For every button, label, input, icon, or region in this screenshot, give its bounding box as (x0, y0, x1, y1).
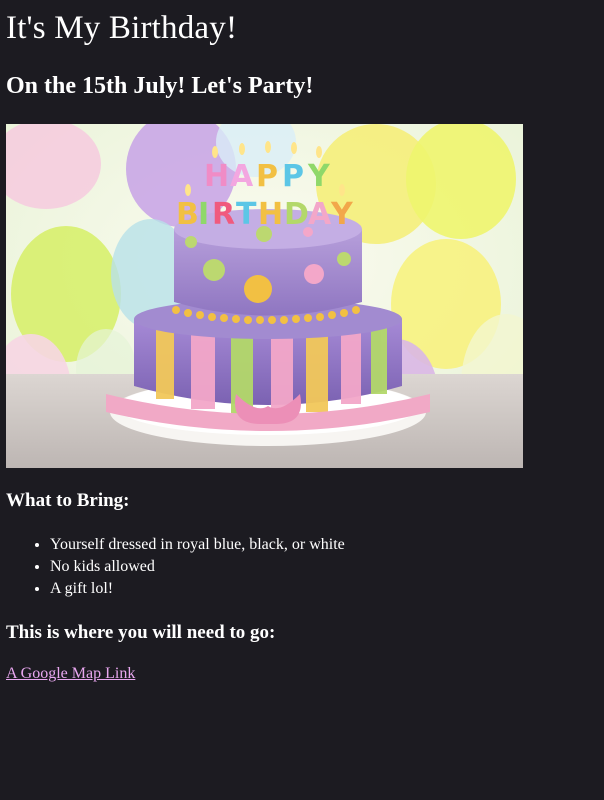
location-heading: This is where you will need to go: (6, 622, 276, 643)
birthday-cake-image: H A P P Y B I R T H D A Y (6, 124, 523, 468)
svg-text:A: A (308, 197, 332, 232)
svg-text:H: H (258, 197, 283, 232)
list-item: Yourself dressed in royal blue, black, o… (50, 534, 345, 556)
google-map-link[interactable]: A Google Map Link (6, 664, 135, 684)
page: It's My Birthday! On the 15th July! Let'… (0, 0, 604, 800)
svg-text:P: P (282, 159, 304, 194)
list-item: A gift lol! (50, 578, 345, 600)
svg-text:R: R (212, 197, 235, 232)
list-item: No kids allowed (50, 556, 345, 578)
page-title: It's My Birthday! (6, 10, 238, 46)
svg-text:Y: Y (330, 197, 354, 232)
what-to-bring-heading: What to Bring: (6, 490, 130, 511)
svg-text:D: D (284, 197, 309, 232)
svg-text:A: A (230, 159, 254, 194)
svg-text:B: B (176, 197, 199, 232)
svg-text:Y: Y (307, 159, 331, 194)
svg-text:P: P (256, 159, 278, 194)
bring-list: Yourself dressed in royal blue, black, o… (32, 534, 345, 600)
svg-text:H: H (204, 159, 229, 194)
svg-text:I: I (198, 197, 209, 232)
svg-text:T: T (236, 197, 257, 232)
page-subtitle: On the 15th July! Let's Party! (6, 73, 314, 99)
